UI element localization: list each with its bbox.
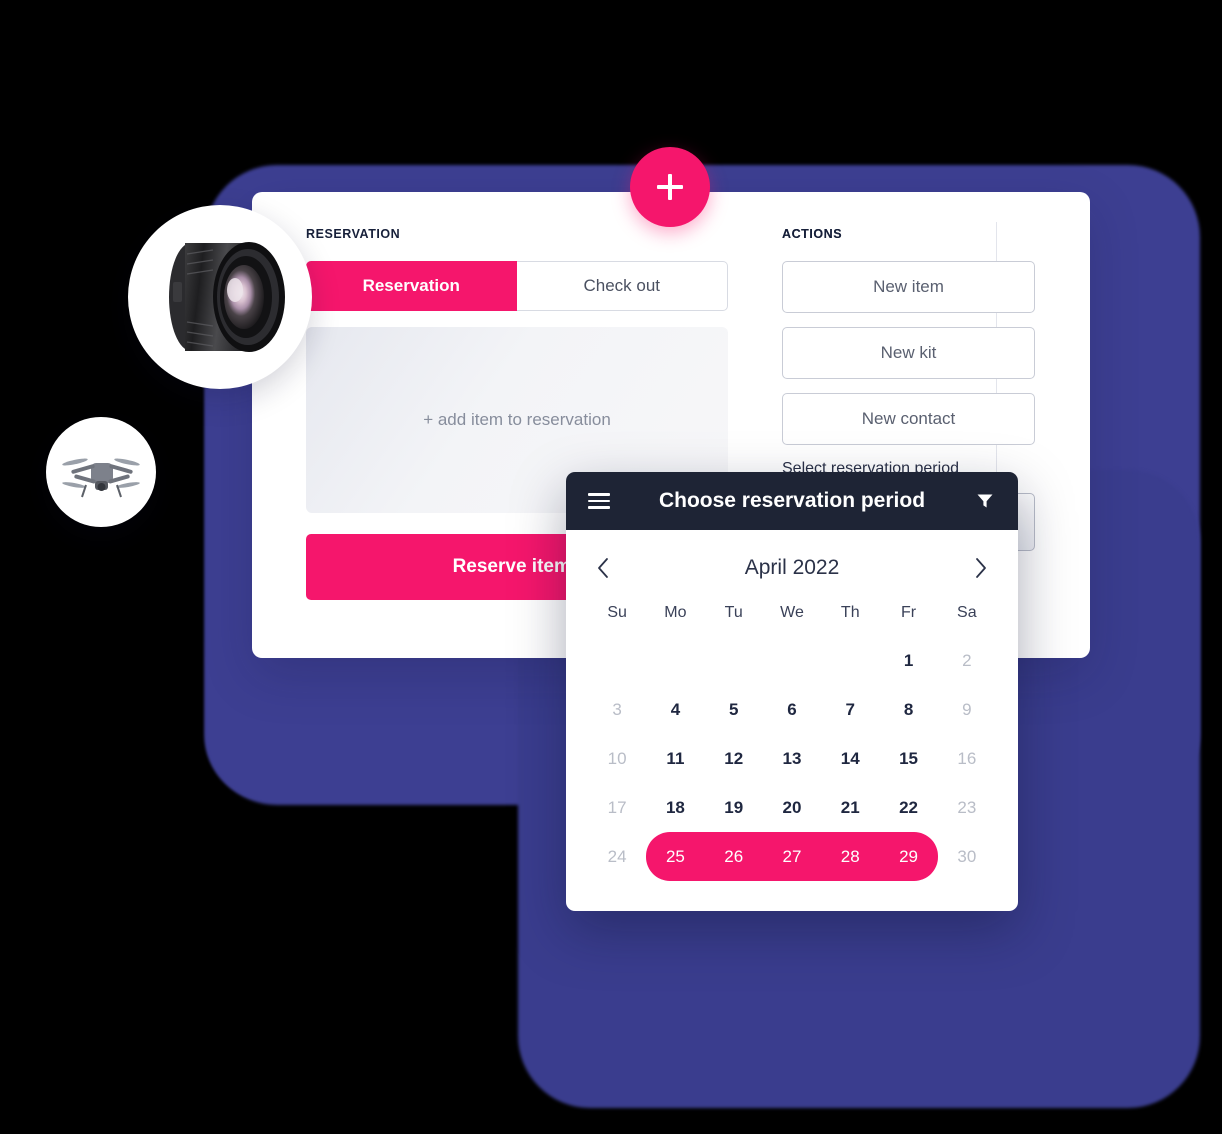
tab-reservation-label: Reservation	[362, 276, 460, 295]
calendar-day-6[interactable]: 6	[763, 685, 821, 734]
calendar-day-18[interactable]: 18	[646, 783, 704, 832]
calendar-week-row: 10 11 12 13 14 15 16	[588, 734, 996, 783]
calendar-day-12[interactable]: 12	[705, 734, 763, 783]
calendar-day-14[interactable]: 14	[821, 734, 879, 783]
calendar-body: April 2022 Su Mo Tu We Th Fr Sa 1 2 3 4 …	[566, 530, 1018, 911]
new-item-label: New item	[873, 277, 944, 296]
calendar-day-28[interactable]: 28	[821, 832, 880, 881]
screenshot-root: RESERVATION ACTIONS Reservation Check ou…	[0, 0, 1222, 1134]
calendar-day-16[interactable]: 16	[938, 734, 996, 783]
calendar-day-23[interactable]: 23	[938, 783, 996, 832]
reservation-period-calendar: Choose reservation period April 2022 Su …	[566, 472, 1018, 911]
calendar-day-1[interactable]: 1	[879, 636, 937, 685]
calendar-day-8[interactable]: 8	[879, 685, 937, 734]
plus-icon	[657, 174, 683, 200]
add-new-button[interactable]	[630, 147, 710, 227]
drone-icon	[62, 458, 140, 498]
calendar-day-9[interactable]: 9	[938, 685, 996, 734]
calendar-day-30[interactable]: 30	[938, 832, 996, 881]
reserve-items-label: Reserve items	[452, 556, 582, 577]
calendar-day-empty	[763, 636, 821, 685]
chevron-right-icon[interactable]	[966, 553, 996, 583]
calendar-day-empty	[821, 636, 879, 685]
calendar-week-row: 12	[588, 636, 996, 685]
calendar-day-29[interactable]: 29	[879, 832, 938, 881]
calendar-day-26[interactable]: 26	[704, 832, 763, 881]
calendar-day-27[interactable]: 27	[762, 832, 822, 881]
calendar-weekday-header: Su Mo Tu We Th Fr Sa	[588, 594, 996, 636]
calendar-day-15[interactable]: 15	[879, 734, 937, 783]
weekday-mo: Mo	[664, 604, 687, 621]
calendar-day-empty	[588, 636, 646, 685]
calendar-day-5[interactable]: 5	[705, 685, 763, 734]
drone-thumbnail	[46, 417, 156, 527]
calendar-day-4[interactable]: 4	[646, 685, 704, 734]
weekday-su: Su	[607, 604, 627, 621]
tab-check-out[interactable]: Check out	[516, 261, 728, 311]
funnel-icon[interactable]	[974, 492, 996, 510]
calendar-day-24[interactable]: 24	[588, 832, 646, 881]
calendar-day-7[interactable]: 7	[821, 685, 879, 734]
camera-lens-thumbnail	[128, 205, 312, 389]
calendar-day-empty	[646, 636, 704, 685]
calendar-week-row: 24 25 26 27 28 29 30	[588, 832, 996, 881]
chevron-left-icon[interactable]	[588, 553, 618, 583]
camera-lens-icon	[169, 242, 285, 352]
calendar-day-3[interactable]: 3	[588, 685, 646, 734]
new-contact-label: New contact	[861, 409, 956, 428]
calendar-day-2[interactable]: 2	[938, 636, 996, 685]
reservation-tabs: Reservation Check out	[306, 261, 728, 311]
calendar-day-19[interactable]: 19	[705, 783, 763, 832]
calendar-title: Choose reservation period	[658, 489, 926, 512]
weekday-sa: Sa	[957, 604, 977, 621]
tab-reservation[interactable]: Reservation	[306, 261, 517, 311]
calendar-week-row: 3456789	[588, 685, 996, 734]
calendar-day-21[interactable]: 21	[821, 783, 879, 832]
calendar-day-20[interactable]: 20	[763, 783, 821, 832]
weekday-tu: Tu	[724, 604, 743, 621]
calendar-day-empty	[705, 636, 763, 685]
calendar-week-row: 17 18 19 20 21 22 23	[588, 783, 996, 832]
calendar-day-11[interactable]: 11	[646, 734, 704, 783]
tab-check-out-label: Check out	[583, 276, 661, 295]
new-kit-button[interactable]: New kit	[782, 327, 1035, 379]
add-item-drop-zone-label: + add item to reservation	[423, 410, 611, 429]
calendar-day-10[interactable]: 10	[588, 734, 646, 783]
calendar-day-13[interactable]: 13	[763, 734, 821, 783]
weekday-th: Th	[840, 604, 860, 621]
weekday-fr: Fr	[900, 604, 917, 621]
weekday-we: We	[780, 604, 804, 621]
calendar-month-label: April 2022	[744, 556, 840, 579]
new-item-button[interactable]: New item	[782, 261, 1035, 313]
calendar-day-22[interactable]: 22	[879, 783, 937, 832]
calendar-month-navigation: April 2022	[588, 542, 996, 594]
hamburger-icon[interactable]	[588, 493, 610, 509]
reservation-section-label: RESERVATION	[306, 227, 401, 241]
actions-label: ACTIONS	[782, 227, 843, 241]
calendar-day-25[interactable]: 25	[646, 832, 705, 881]
calendar-day-17[interactable]: 17	[588, 783, 646, 832]
calendar-titlebar: Choose reservation period	[566, 472, 1018, 530]
calendar-grid: Su Mo Tu We Th Fr Sa 1 2 3 4 5 6 7 8 9 10 11 12 13 14…	[588, 594, 996, 881]
new-contact-button[interactable]: New contact	[782, 393, 1035, 445]
new-kit-label: New kit	[880, 343, 937, 362]
